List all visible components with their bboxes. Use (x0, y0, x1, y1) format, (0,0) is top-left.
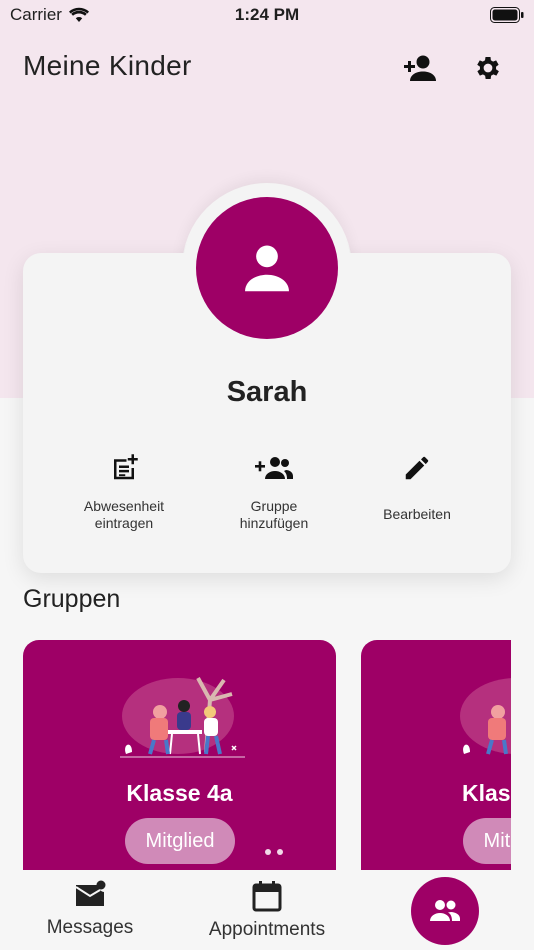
edit-label: Bearbeiten (383, 506, 451, 522)
membership-badge: Mitglied (125, 818, 235, 864)
nav-appointments-label: Appointments (208, 919, 326, 940)
child-avatar[interactable] (196, 197, 338, 339)
add-group-button[interactable]: Gruppe hinzufügen (199, 450, 349, 532)
group-illustration (120, 677, 245, 758)
nav-messages[interactable]: Messages (38, 880, 142, 939)
group-icon (430, 900, 460, 921)
pencil-icon (405, 456, 429, 480)
clock: 1:24 PM (234, 5, 300, 24)
note-add-icon (114, 454, 138, 480)
person-icon (245, 245, 289, 292)
membership-badge: Mitglied (463, 818, 511, 864)
child-name: Sarah (226, 376, 308, 408)
app-header: Meine Kinder (0, 40, 534, 96)
add-group-label: Gruppe hinzufügen (239, 498, 309, 531)
gear-icon (477, 57, 499, 79)
nav-messages-label: Messages (46, 917, 134, 938)
nav-children[interactable] (411, 877, 479, 945)
absence-button[interactable]: Abwesenheit eintragen (49, 450, 199, 532)
person-add-icon (404, 55, 436, 81)
battery-icon (490, 7, 524, 23)
edit-button[interactable]: Bearbeiten (342, 450, 492, 523)
group-illustration (460, 678, 511, 755)
settings-button[interactable] (470, 50, 506, 86)
add-child-button[interactable] (402, 50, 438, 86)
calendar-icon (252, 881, 282, 912)
page-title: Meine Kinder (23, 50, 192, 81)
status-bar: Carrier 1:24 PM (0, 0, 534, 30)
mail-icon (75, 880, 106, 906)
groups-heading: Gruppen (23, 585, 121, 613)
group-card[interactable]: Klasse 4a Mitglied (361, 640, 511, 890)
group-name: Klasse 4a (126, 780, 233, 806)
group-card[interactable]: Klasse 4a Mitglied (23, 640, 336, 890)
nav-appointments[interactable]: Appointments (200, 880, 334, 941)
absence-label: Abwesenheit eintragen (83, 498, 165, 531)
group-name: Klasse 4a (462, 780, 511, 806)
more-options-icon[interactable] (265, 849, 283, 855)
group-add-icon (255, 457, 293, 479)
bottom-navigation: Messages Appointments (0, 870, 534, 950)
